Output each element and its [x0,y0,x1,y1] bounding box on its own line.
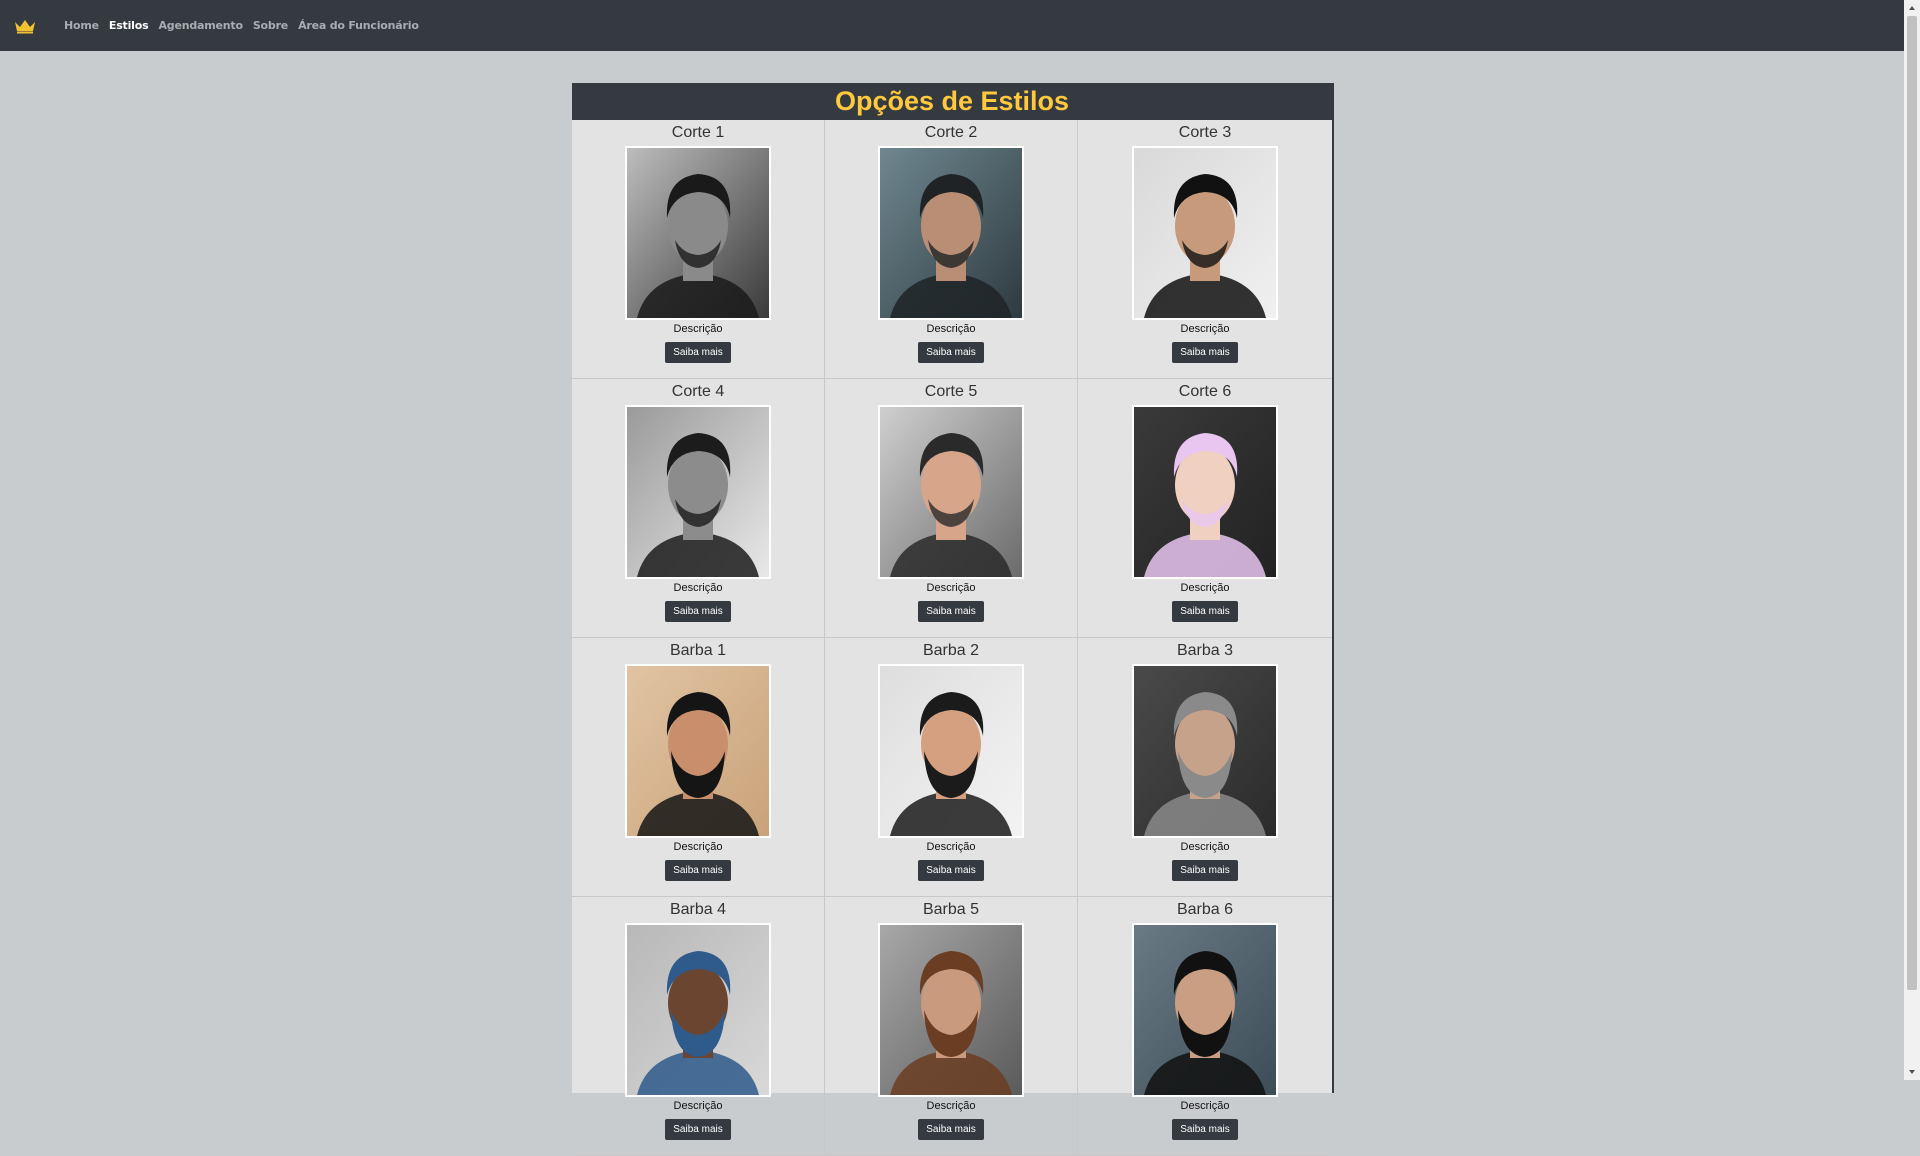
vertical-scrollbar[interactable] [1904,0,1920,1080]
style-card: Barba 2 Descrição Saiba mais [825,638,1078,897]
saiba-mais-button[interactable]: Saiba mais [1172,1119,1238,1140]
style-description: Descrição [673,1100,723,1112]
scroll-up-arrow-icon[interactable] [1904,0,1920,16]
style-photo [1132,146,1278,320]
style-card: Corte 4 Descrição Saiba mais [572,379,825,638]
style-card: Barba 6 Descrição Saiba mais [1078,897,1332,1156]
style-title: Barba 2 [922,642,980,659]
saiba-mais-button[interactable]: Saiba mais [1172,342,1238,363]
style-title: Barba 4 [669,901,727,918]
style-description: Descrição [673,841,723,853]
style-title: Corte 6 [1178,383,1232,400]
top-navbar: Home Estilos Agendamento Sobre Área do F… [0,0,1904,51]
style-card: Corte 2 Descrição Saiba mais [825,120,1078,379]
saiba-mais-button[interactable]: Saiba mais [1172,601,1238,622]
style-photo [625,923,771,1097]
page-title: Opções de Estilos [834,86,1070,116]
saiba-mais-button[interactable]: Saiba mais [918,1119,984,1140]
nav-link-home[interactable]: Home [64,19,99,32]
saiba-mais-button[interactable]: Saiba mais [665,1119,731,1140]
scroll-thumb[interactable] [1907,16,1917,990]
style-photo [878,405,1024,579]
panel-header: Opções de Estilos [572,83,1332,120]
style-description: Descrição [1180,1100,1230,1112]
style-photo [878,146,1024,320]
style-card: Corte 3 Descrição Saiba mais [1078,120,1332,379]
scroll-down-arrow-icon[interactable] [1904,1064,1920,1080]
nav-link-estilos[interactable]: Estilos [109,19,149,32]
nav-link-area-funcionario[interactable]: Área do Funcionário [298,19,419,32]
style-description: Descrição [1180,323,1230,335]
style-title: Barba 5 [922,901,980,918]
style-card: Barba 3 Descrição Saiba mais [1078,638,1332,897]
styles-grid: Corte 1 Descrição Saiba mais Corte 2 Des… [572,120,1332,1156]
style-description: Descrição [926,1100,976,1112]
crown-icon[interactable] [14,17,36,35]
style-title: Corte 5 [924,383,978,400]
nav-link-sobre[interactable]: Sobre [253,19,288,32]
style-photo [1132,405,1278,579]
style-description: Descrição [673,582,723,594]
style-title: Barba 1 [669,642,727,659]
style-description: Descrição [673,323,723,335]
saiba-mais-button[interactable]: Saiba mais [665,342,731,363]
style-card: Barba 5 Descrição Saiba mais [825,897,1078,1156]
style-title: Corte 2 [924,124,978,141]
nav-link-agendamento[interactable]: Agendamento [158,19,243,32]
style-photo [878,923,1024,1097]
saiba-mais-button[interactable]: Saiba mais [918,860,984,881]
styles-panel: Opções de Estilos Corte 1 Descrição Saib… [572,83,1334,1156]
style-card: Barba 1 Descrição Saiba mais [572,638,825,897]
style-description: Descrição [1180,841,1230,853]
style-card: Corte 1 Descrição Saiba mais [572,120,825,379]
style-photo [1132,664,1278,838]
style-photo [1132,923,1278,1097]
style-description: Descrição [1180,582,1230,594]
style-description: Descrição [926,323,976,335]
style-photo [625,664,771,838]
style-description: Descrição [926,582,976,594]
style-title: Corte 4 [671,383,725,400]
saiba-mais-button[interactable]: Saiba mais [665,860,731,881]
style-photo [878,664,1024,838]
style-title: Barba 6 [1176,901,1234,918]
style-description: Descrição [926,841,976,853]
style-card: Corte 6 Descrição Saiba mais [1078,379,1332,638]
style-title: Corte 1 [671,124,725,141]
style-title: Barba 3 [1176,642,1234,659]
style-card: Barba 4 Descrição Saiba mais [572,897,825,1156]
style-photo [625,146,771,320]
style-title: Corte 3 [1178,124,1232,141]
saiba-mais-button[interactable]: Saiba mais [918,601,984,622]
style-photo [625,405,771,579]
style-card: Corte 5 Descrição Saiba mais [825,379,1078,638]
saiba-mais-button[interactable]: Saiba mais [1172,860,1238,881]
saiba-mais-button[interactable]: Saiba mais [918,342,984,363]
saiba-mais-button[interactable]: Saiba mais [665,601,731,622]
